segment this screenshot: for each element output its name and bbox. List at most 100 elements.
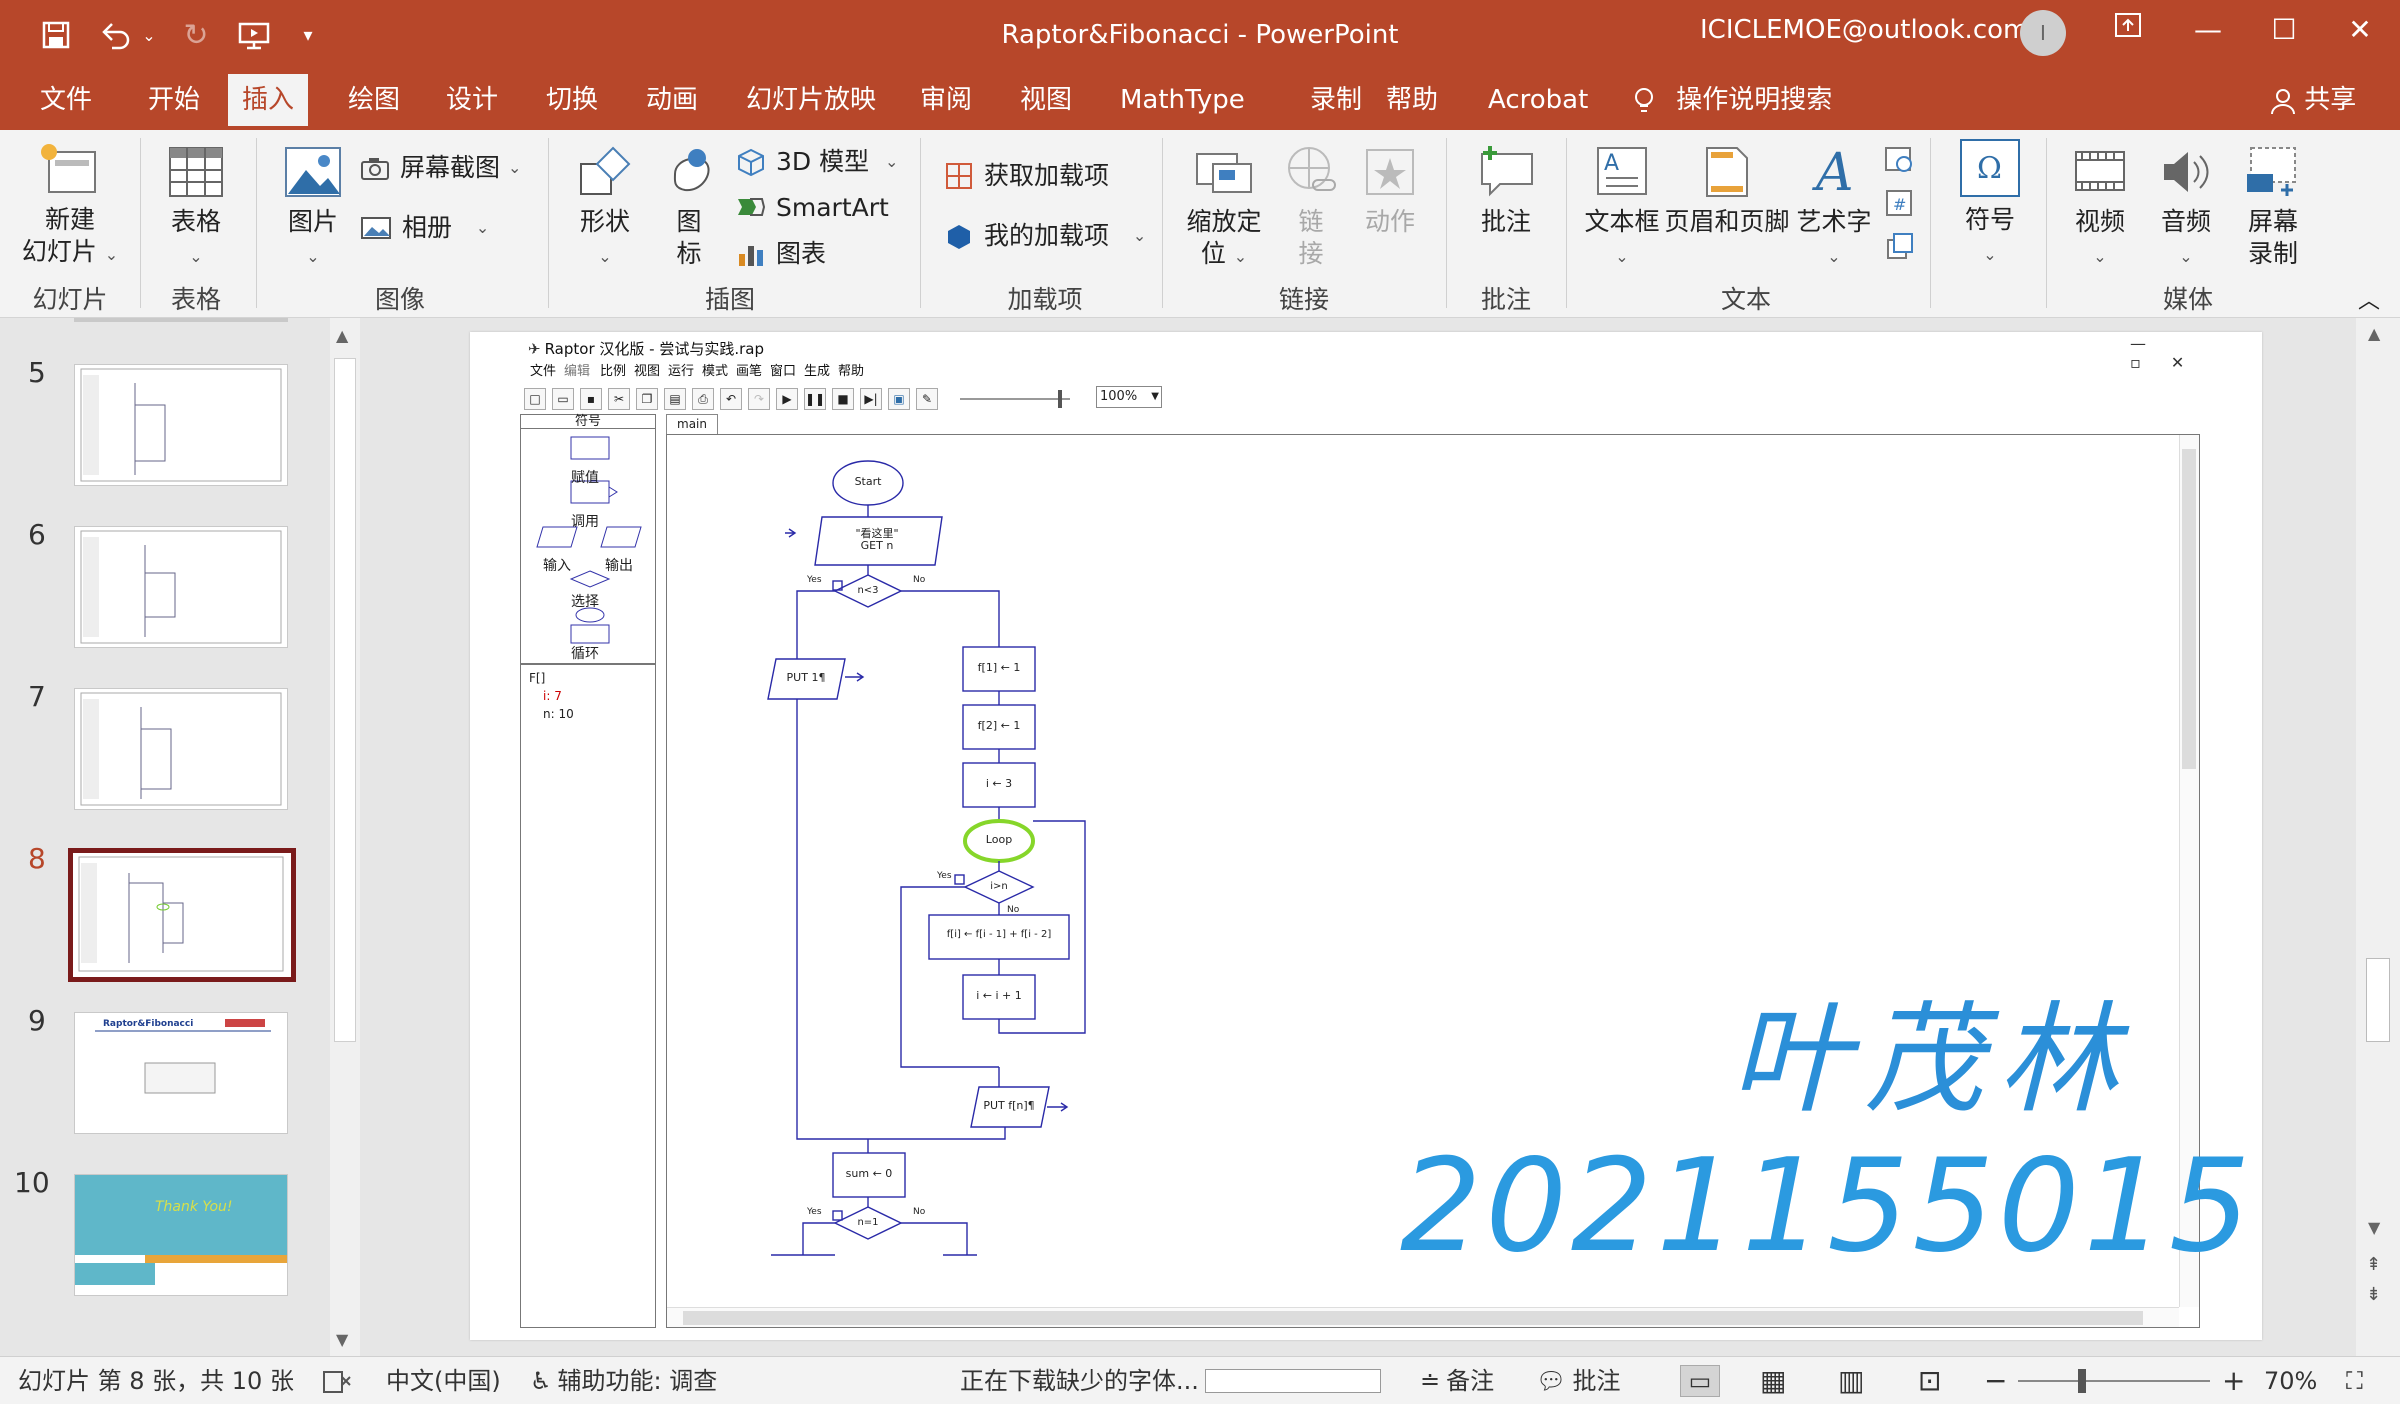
tell-me-search[interactable]: 操作说明搜索: [1618, 70, 1846, 130]
icons-button[interactable]: 图 标: [654, 144, 724, 270]
tab-view[interactable]: 视图: [1006, 70, 1086, 130]
notes-button[interactable]: ≐ 备注: [1420, 1357, 1494, 1404]
audio-button[interactable]: 音频 ⌄: [2146, 144, 2226, 273]
tab-transitions[interactable]: 切换: [532, 70, 612, 130]
zoom-in-icon[interactable]: +: [2222, 1357, 2245, 1404]
chart-button[interactable]: 图表: [736, 234, 826, 274]
shapes-button[interactable]: 形状 ⌄: [560, 144, 650, 273]
scroll-down-icon[interactable]: ▼: [2368, 1218, 2380, 1237]
slide-number-button[interactable]: #: [1882, 188, 1916, 226]
new-slide-button[interactable]: 新建 幻灯片 ⌄: [10, 142, 130, 271]
scroll-up-icon[interactable]: ▲: [336, 326, 348, 345]
redo-icon[interactable]: ↻: [176, 14, 216, 56]
scroll-thumb[interactable]: [2366, 958, 2390, 1042]
group-label-media: 媒体: [2162, 285, 2213, 314]
slideshow-view-icon[interactable]: ⊡: [1918, 1357, 1941, 1404]
next-slide-icon[interactable]: ⇟: [2366, 1284, 2381, 1305]
maximize-icon[interactable]: ☐: [2254, 8, 2314, 52]
tab-draw[interactable]: 绘图: [334, 70, 414, 130]
tab-insert[interactable]: 插入: [228, 74, 309, 130]
slide-number: 5: [28, 356, 46, 389]
slide-canvas[interactable]: ✈ Raptor 汉化版 - 尝试与实践.rap —▫✕ 文件 编辑 比例 视图 …: [470, 332, 2262, 1340]
tab-slideshow[interactable]: 幻灯片放映: [732, 70, 890, 130]
tab-acrobat[interactable]: Acrobat: [1474, 70, 1602, 130]
wordart-button[interactable]: A 艺术字 ⌄: [1792, 144, 1876, 273]
video-button[interactable]: 视频 ⌄: [2060, 144, 2140, 273]
symbol-button[interactable]: Ω 符号 ⌄: [1944, 138, 2036, 271]
screen-recording-button[interactable]: 屏幕 录制: [2230, 144, 2316, 270]
collapse-ribbon-icon[interactable]: ︿: [2354, 286, 2384, 318]
picture-button[interactable]: 图片 ⌄: [270, 144, 356, 273]
share-button[interactable]: 共享: [2270, 70, 2356, 130]
comments-button[interactable]: 💬︎ 批注: [1536, 1357, 1620, 1404]
3d-models-button[interactable]: 3D 模型 ⌄: [736, 142, 898, 182]
tab-mathtype[interactable]: MathType: [1106, 70, 1259, 130]
raptor-zoom-value: 100%: [1100, 389, 1138, 404]
raptor-step-icon: ▶|: [860, 388, 882, 410]
normal-view-icon[interactable]: ▭: [1680, 1365, 1720, 1397]
link-button[interactable]: 链 接: [1278, 144, 1344, 270]
slide-thumbnail-8[interactable]: [68, 848, 296, 982]
group-label-images: 图像: [374, 285, 425, 314]
slide-counter[interactable]: 幻灯片 第 8 张，共 10 张: [18, 1357, 294, 1404]
tab-design[interactable]: 设计: [432, 70, 512, 130]
slide-thumbnail-5[interactable]: [74, 364, 288, 486]
flow-yes-label: Yes: [937, 871, 952, 881]
slide-thumbnail-9[interactable]: Raptor&Fibonacci: [74, 1012, 288, 1134]
tab-record[interactable]: 录制: [1296, 70, 1376, 130]
screenshot-button[interactable]: 屏幕截图 ⌄: [360, 148, 521, 188]
zoom-button[interactable]: 缩放定 位 ⌄: [1176, 144, 1272, 273]
slide-thumbnail-7[interactable]: [74, 688, 288, 810]
action-button[interactable]: 动作: [1350, 144, 1430, 238]
tab-review[interactable]: 审阅: [906, 70, 986, 130]
header-footer-button[interactable]: 页眉和页脚: [1664, 144, 1790, 238]
my-addins-button[interactable]: 我的加载项 ⌄: [944, 216, 1146, 256]
slide-thumbnail-10[interactable]: Thank You!: [74, 1174, 288, 1296]
textbox-button[interactable]: A 文本框 ⌄: [1576, 144, 1668, 273]
object-button[interactable]: [1882, 232, 1916, 270]
close-icon[interactable]: ✕: [2330, 8, 2390, 52]
ribbon-display-options-icon[interactable]: [2098, 8, 2158, 52]
editor-scrollbar[interactable]: ▲ ▼ ⇞ ⇟: [2356, 318, 2400, 1356]
spelling-icon[interactable]: [322, 1357, 352, 1404]
svg-text:Ω: Ω: [1977, 151, 2002, 186]
photo-album-button[interactable]: 相册 ⌄: [360, 208, 489, 248]
slide-sorter-icon[interactable]: ▦: [1760, 1357, 1786, 1404]
zoom-slider-track[interactable]: [2018, 1380, 2210, 1382]
smartart-icon: [738, 198, 766, 216]
slide-thumbnail-6[interactable]: [74, 526, 288, 648]
account-email[interactable]: ICICLEMOE@outlook.com: [1700, 0, 2028, 60]
date-time-button[interactable]: [1882, 144, 1916, 182]
presentation-icon[interactable]: [232, 14, 276, 56]
tab-help[interactable]: 帮助: [1372, 70, 1452, 130]
tab-file[interactable]: 文件: [26, 70, 106, 130]
scroll-down-icon[interactable]: ▼: [336, 1330, 348, 1349]
download-status: 正在下载缺少的字体...: [960, 1367, 1199, 1395]
accessibility-checker[interactable]: ♿ 辅助功能: 调查: [530, 1357, 717, 1404]
tab-animations[interactable]: 动画: [632, 70, 712, 130]
zoom-out-icon[interactable]: −: [1984, 1357, 2007, 1404]
previous-slide-icon[interactable]: ⇞: [2366, 1254, 2381, 1275]
smartart-button[interactable]: SmartArt: [736, 188, 889, 228]
table-button[interactable]: 表格 ⌄: [150, 144, 242, 273]
customize-toolbar-icon[interactable]: ▾: [296, 14, 320, 56]
scroll-up-icon[interactable]: ▲: [2368, 324, 2380, 343]
zoom-label-2: 位: [1200, 239, 1226, 268]
comment-button[interactable]: 批注: [1458, 144, 1554, 238]
save-icon[interactable]: [36, 14, 76, 56]
avatar[interactable]: I: [2020, 10, 2066, 56]
undo-icon[interactable]: [96, 14, 136, 56]
fit-to-window-icon[interactable]: ⛶: [2346, 1357, 2363, 1404]
minimize-icon[interactable]: —: [2178, 8, 2238, 52]
undo-dropdown-icon[interactable]: ⌄: [138, 14, 160, 56]
object-icon: [1887, 233, 1913, 259]
get-addins-button[interactable]: 获取加载项: [944, 156, 1109, 196]
scroll-thumb[interactable]: [334, 358, 356, 1042]
zoom-slider-thumb[interactable]: [2078, 1369, 2086, 1393]
tab-home[interactable]: 开始: [134, 70, 214, 130]
zoom-level[interactable]: 70%: [2264, 1357, 2317, 1404]
thumbnails-scrollbar[interactable]: ▲ ▼: [330, 318, 360, 1356]
language-indicator[interactable]: 中文(中国): [386, 1357, 501, 1404]
reading-view-icon[interactable]: ▥: [1838, 1357, 1864, 1404]
download-progress-bar: [1205, 1369, 1381, 1393]
